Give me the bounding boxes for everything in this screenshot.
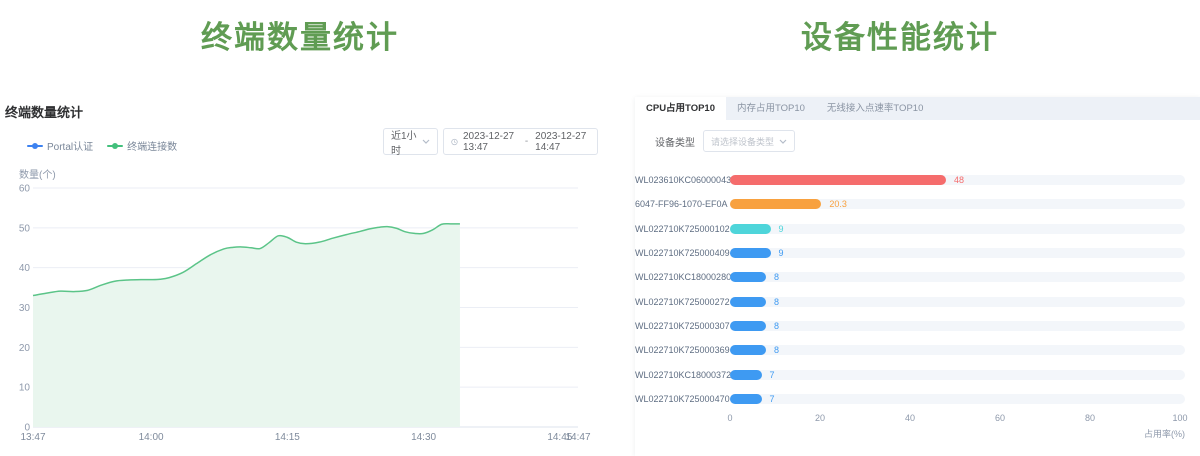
bar-value-label: 8 — [774, 297, 779, 307]
y-axis-name: 数量(个) — [19, 168, 56, 181]
device-type-placeholder: 请选择设备类型 — [711, 135, 774, 148]
terminal-section-title: 终端数量统计 — [0, 12, 600, 57]
device-type-label: 设备类型 — [655, 134, 695, 149]
clock-icon — [451, 137, 458, 147]
terminal-line-chart: 0102030405060数量(个)13:4714:0014:1514:3014… — [0, 160, 600, 456]
legend-label: 终端连接数 — [127, 138, 177, 153]
bar-value-label: 9 — [779, 224, 784, 234]
bar — [730, 175, 946, 185]
x-tick-label: 14:30 — [411, 432, 436, 443]
x-tick-label: 80 — [1085, 413, 1095, 423]
bar-value-label: 8 — [774, 345, 779, 355]
y-tick-label: 30 — [19, 303, 31, 314]
bar-value-label: 48 — [954, 175, 964, 185]
date-end: 2023-12-27 14:47 — [535, 131, 590, 153]
bar — [730, 224, 771, 234]
bar — [730, 321, 766, 331]
bar — [730, 297, 766, 307]
bar — [730, 394, 762, 404]
bar-row: WL022710K725000470 7 — [635, 394, 1200, 404]
bar-row: WL022710KC18000280 8 — [635, 272, 1200, 282]
x-tick-label: 14:15 — [275, 432, 300, 443]
x-tick-label: 100 — [1172, 413, 1187, 423]
x-tick-label: 13:47 — [20, 432, 45, 443]
bar-track — [730, 248, 1185, 258]
tab-cpu-top10[interactable]: CPU占用TOP10 — [635, 97, 726, 120]
time-range-select[interactable]: 近1小时 — [383, 128, 438, 155]
y-tick-label: 20 — [19, 343, 31, 354]
tab-wireless-ap-rate-top10[interactable]: 无线接入点速率TOP10 — [816, 97, 934, 120]
device-performance-card: CPU占用TOP10 内存占用TOP10 无线接入点速率TOP10 设备类型 请… — [635, 97, 1200, 456]
terminal-legend-marker-icon — [107, 142, 123, 150]
bar — [730, 370, 762, 380]
bar-row: WL022710K725000409 9 — [635, 248, 1200, 258]
chevron-down-icon — [779, 139, 787, 144]
bar-track — [730, 224, 1185, 234]
bar-value-label: 9 — [779, 248, 784, 258]
device-section-title: 设备性能统计 — [600, 12, 1200, 57]
portal-legend-marker-icon — [27, 142, 43, 150]
device-type-filter: 设备类型 请选择设备类型 — [655, 130, 795, 152]
bar-value-label: 7 — [770, 370, 775, 380]
bar-row: WL022710K725000307 8 — [635, 321, 1200, 331]
bar-value-label: 8 — [774, 321, 779, 331]
legend-item-terminal-connections[interactable]: 终端连接数 — [107, 138, 177, 153]
bar-row: WL022710K725000102 9 — [635, 224, 1200, 234]
x-tick-label: 20 — [815, 413, 825, 423]
y-tick-label: 60 — [19, 184, 31, 195]
bar-track — [730, 321, 1185, 331]
bar-track — [730, 370, 1185, 380]
x-tick-label: 14:47 — [565, 432, 590, 443]
bar-category-label: WL022710K725000470 — [635, 394, 720, 404]
bar — [730, 345, 766, 355]
bar-row: WL022710KC18000372 7 — [635, 370, 1200, 380]
bar-value-label: 8 — [774, 272, 779, 282]
bar-row: WL023610KC06000043 48 — [635, 175, 1200, 185]
x-tick-label: 14:00 — [139, 432, 164, 443]
bar-chart-x-axis-name: 占用率(%) — [635, 427, 1185, 440]
bar-category-label: WL022710KC18000372 — [635, 370, 720, 380]
date-start: 2023-12-27 13:47 — [463, 131, 518, 153]
x-tick-label: 60 — [995, 413, 1005, 423]
bar-row: WL022710K725000369 8 — [635, 345, 1200, 355]
legend-item-portal[interactable]: Portal认证 — [27, 138, 93, 153]
chart-legend: Portal认证 终端连接数 — [27, 138, 177, 153]
bar-row: WL022710K725000272 8 — [635, 297, 1200, 307]
device-type-select[interactable]: 请选择设备类型 — [703, 130, 795, 152]
bar-category-label: WL022710K725000102 — [635, 224, 720, 234]
legend-label: Portal认证 — [47, 138, 93, 153]
bar-row: 6047-FF96-1070-EF0A 20.3 — [635, 199, 1200, 209]
device-tabs: CPU占用TOP10 内存占用TOP10 无线接入点速率TOP10 — [635, 97, 1200, 120]
bar-track — [730, 297, 1185, 307]
series-area — [33, 224, 460, 427]
bar-value-label: 20.3 — [829, 199, 847, 209]
y-tick-label: 40 — [19, 263, 31, 274]
bar-track — [730, 272, 1185, 282]
dashboard: 终端数量统计 设备性能统计 终端数量统计 Portal认证 终端连接数 近1小时 — [0, 0, 1200, 456]
date-range-picker[interactable]: 2023-12-27 13:47 - 2023-12-27 14:47 — [443, 128, 598, 155]
bar — [730, 272, 766, 282]
bar-category-label: WL022710KC18000280 — [635, 272, 720, 282]
bar — [730, 248, 771, 258]
bar-track — [730, 394, 1185, 404]
bar-category-label: WL022710K725000272 — [635, 297, 720, 307]
chevron-down-icon — [422, 139, 430, 144]
bar-category-label: WL022710K725000307 — [635, 321, 720, 331]
bar-category-label: WL022710K725000409 — [635, 248, 720, 258]
bar — [730, 199, 821, 209]
tab-memory-top10[interactable]: 内存占用TOP10 — [726, 97, 816, 120]
terminal-panel-header: 终端数量统计 — [5, 102, 83, 121]
time-range-value: 近1小时 — [391, 127, 422, 157]
y-tick-label: 50 — [19, 223, 31, 234]
date-separator: - — [523, 136, 530, 147]
y-tick-label: 10 — [19, 383, 31, 394]
bar-track — [730, 345, 1185, 355]
x-tick-label: 0 — [727, 413, 732, 423]
x-tick-label: 40 — [905, 413, 915, 423]
bar-category-label: 6047-FF96-1070-EF0A — [635, 199, 720, 209]
bar-category-label: WL022710K725000369 — [635, 345, 720, 355]
bar-category-label: WL023610KC06000043 — [635, 175, 720, 185]
bar-value-label: 7 — [770, 394, 775, 404]
